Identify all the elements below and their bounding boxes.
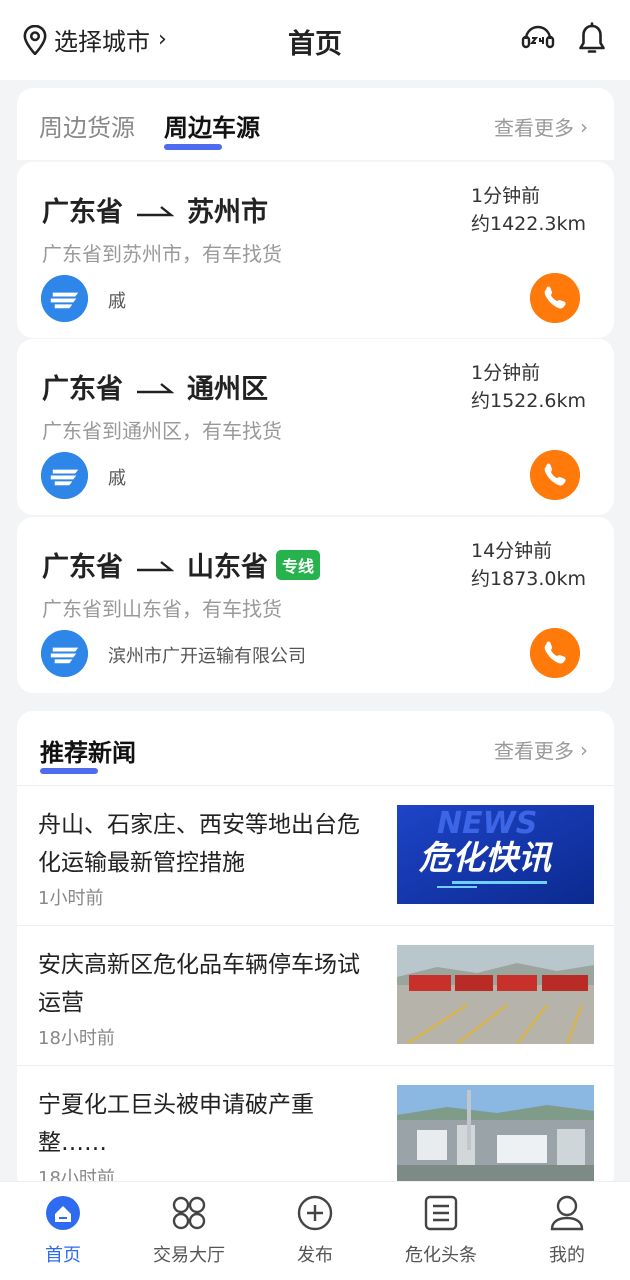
nav-headlines[interactable]: 危化头条	[378, 1182, 504, 1280]
post-meta: 1分钟前 约1522.6km	[471, 359, 586, 415]
tab-nearby-trucks[interactable]: 周边车源	[164, 108, 260, 143]
truck-source-card[interactable]: 广东省 通州区 广东省到通州区，有车找货 1分钟前 约1522.6km 戚	[17, 339, 614, 515]
owner-name: 滨州市广开运输有限公司	[108, 646, 306, 667]
route: 广东省 苏州市	[42, 190, 268, 229]
phone-call-icon[interactable]	[530, 450, 580, 500]
news-headline: 宁夏化工巨头被申请破产重整……	[38, 1092, 314, 1156]
route: 广东省 通州区	[42, 367, 268, 406]
source-tabs: 周边货源 周边车源 查看更多 ›	[17, 88, 614, 160]
route-from: 广东省	[42, 374, 123, 405]
route-from: 广东省	[42, 197, 123, 228]
news-headline: 舟山、石家庄、西安等地出台危化运输最新管控措施	[38, 812, 360, 876]
nav-label: 危化头条	[405, 1245, 477, 1266]
phone-call-icon[interactable]	[530, 273, 580, 323]
truck-source-card[interactable]: 广东省 山东省 专线 广东省到山东省，有车找货 14分钟前 约1873.0km …	[17, 517, 614, 693]
news-section-title: 推荐新闻	[40, 739, 136, 767]
chevron-right-icon: ›	[580, 114, 588, 139]
post-time: 14分钟前	[471, 540, 553, 562]
thumb-caption: 危化快讯	[418, 838, 553, 877]
news-list-icon	[424, 1195, 458, 1231]
nav-label: 我的	[549, 1245, 585, 1266]
home-icon	[46, 1196, 80, 1230]
news-title-indicator	[40, 768, 98, 774]
nav-home[interactable]: 首页	[0, 1182, 126, 1280]
dedicated-line-badge: 专线	[276, 549, 321, 580]
news-more-link[interactable]: 查看更多 ›	[494, 735, 588, 764]
bottom-navigation: 首页 交易大厅 发布 危化头条 我的	[0, 1181, 630, 1280]
tab-nearby-cargo[interactable]: 周边货源	[39, 108, 135, 143]
news-item[interactable]: 舟山、石家庄、西安等地出台危化运输最新管控措施 1小时前 NEWS 危化快讯	[17, 785, 614, 925]
tabs-more-link[interactable]: 查看更多 ›	[494, 112, 588, 141]
distance: 约1873.0km	[471, 568, 586, 590]
nav-trading-hall[interactable]: 交易大厅	[126, 1182, 252, 1280]
news-headline: 安庆高新区危化品车辆停车场试运营	[38, 952, 360, 1016]
customer-service-24h-icon[interactable]	[521, 22, 555, 56]
nav-label: 交易大厅	[153, 1245, 225, 1266]
post-meta: 1分钟前 约1422.3km	[471, 182, 586, 238]
route-description: 广东省到通州区，有车找货	[42, 419, 282, 443]
top-header: 选择城市 › 首页	[0, 0, 630, 80]
news-thumbnail	[397, 1085, 594, 1184]
news-thumbnail: NEWS 危化快讯	[397, 805, 594, 904]
phone-call-icon[interactable]	[530, 628, 580, 678]
owner-name: 戚	[108, 291, 126, 312]
avatar	[41, 630, 88, 677]
route-to: 苏州市	[187, 197, 268, 228]
nav-profile[interactable]: 我的	[504, 1182, 630, 1280]
plus-circle-icon	[297, 1195, 333, 1231]
owner-name: 戚	[108, 468, 126, 489]
avatar	[41, 275, 88, 322]
grid-icon	[172, 1196, 206, 1230]
news-item[interactable]: 宁夏化工巨头被申请破产重整…… 18小时前	[17, 1065, 614, 1191]
route-arrow-icon	[137, 382, 174, 393]
route-arrow-icon	[137, 560, 174, 571]
route-from: 广东省	[42, 552, 123, 583]
chevron-right-icon: ›	[580, 737, 588, 762]
svg-text:NEWS: NEWS	[437, 806, 537, 841]
route-description: 广东省到苏州市，有车找货	[42, 242, 282, 266]
news-item[interactable]: 安庆高新区危化品车辆停车场试运营 18小时前	[17, 925, 614, 1065]
route-arrow-icon	[137, 205, 174, 216]
more-label: 查看更多	[494, 739, 574, 763]
post-meta: 14分钟前 约1873.0km	[471, 537, 586, 593]
more-label: 查看更多	[494, 116, 574, 140]
route-to: 通州区	[187, 374, 268, 405]
route-to: 山东省	[187, 552, 268, 583]
nav-label: 首页	[45, 1245, 81, 1266]
avatar	[41, 452, 88, 499]
active-tab-indicator	[164, 144, 222, 150]
route: 广东省 山东省 专线	[42, 545, 321, 584]
distance: 约1522.6km	[471, 390, 586, 412]
truck-source-card[interactable]: 广东省 苏州市 广东省到苏州市，有车找货 1分钟前 约1422.3km 戚	[17, 162, 614, 338]
post-time: 1分钟前	[471, 185, 541, 207]
nav-label: 发布	[297, 1245, 333, 1266]
news-thumbnail	[397, 945, 594, 1044]
user-icon	[550, 1195, 584, 1231]
route-description: 广东省到山东省，有车找货	[42, 597, 282, 621]
recommended-news: 推荐新闻 查看更多 › 舟山、石家庄、西安等地出台危化运输最新管控措施 1小时前…	[17, 711, 614, 1191]
post-time: 1分钟前	[471, 362, 541, 384]
nav-publish[interactable]: 发布	[252, 1182, 378, 1280]
news-time: 18小时前	[38, 1028, 115, 1049]
news-time: 1小时前	[38, 888, 104, 909]
bell-icon[interactable]	[575, 22, 609, 56]
distance: 约1422.3km	[471, 213, 586, 235]
